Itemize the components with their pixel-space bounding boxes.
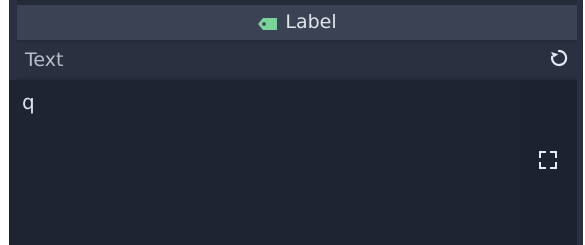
revert-icon [549,48,569,72]
right-border [577,0,583,245]
node-title: Label [285,11,337,33]
tag-icon [257,16,279,30]
property-label: Text [25,48,64,71]
expand-icon [536,148,560,176]
revert-button[interactable] [547,48,571,72]
text-editor[interactable]: q [9,80,521,245]
expand-button[interactable] [534,148,562,176]
node-header: Label [17,5,577,40]
property-row-text: Text [17,43,577,77]
